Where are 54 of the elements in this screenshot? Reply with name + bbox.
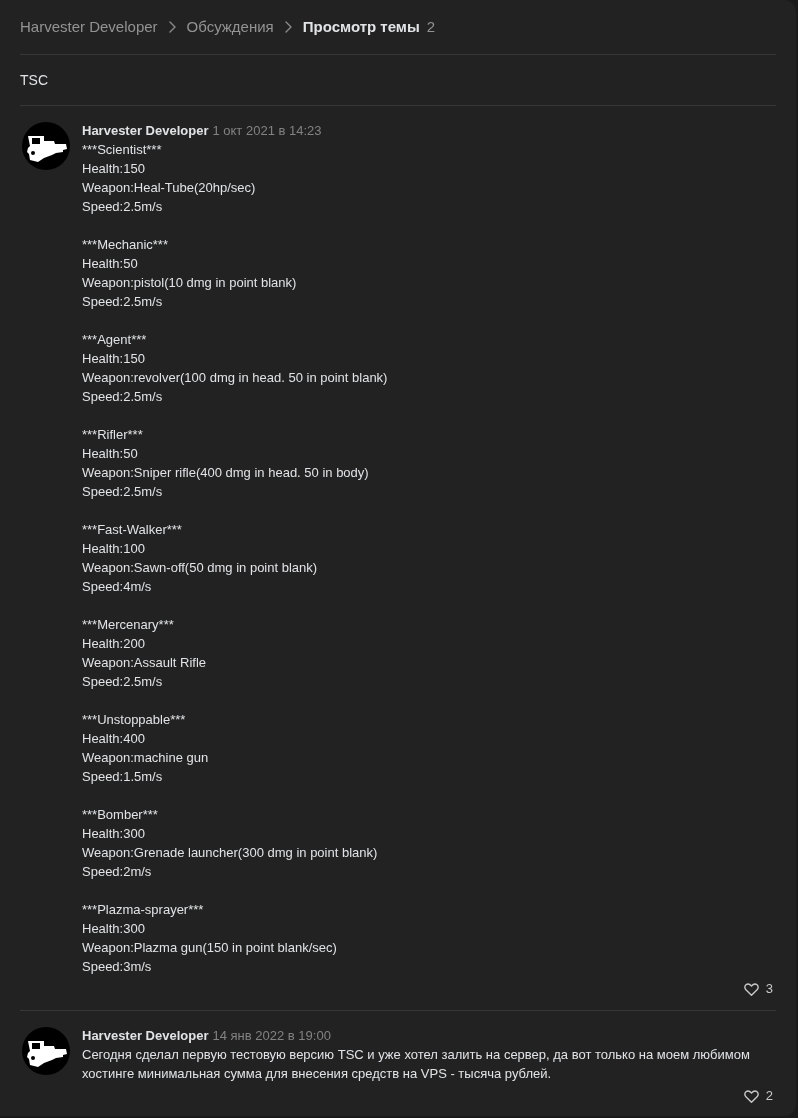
post-text-line: Speed:2.5m/s xyxy=(82,198,164,216)
post-text-line: Speed:2.5m/s xyxy=(82,388,164,406)
post-text-line: Health:50 xyxy=(82,255,139,273)
post-text-line: ***Fast-Walker*** xyxy=(82,521,183,539)
post-text-line: Health:150 xyxy=(82,350,146,368)
post-text-line: Health:300 xyxy=(82,920,146,938)
author-link[interactable]: Harvester Developer xyxy=(82,122,209,140)
post-text-line: Weapon:Sniper rifle(400 dmg in head. 50 in body) xyxy=(82,464,370,482)
chevron-right-icon xyxy=(284,21,292,33)
breadcrumb-link[interactable]: Harvester Developer xyxy=(20,15,158,39)
post-text-line: Speed:2.5m/s xyxy=(82,293,164,311)
post-date: 1 окт 2021 в 14:23 xyxy=(212,122,322,140)
post-text-line: Speed:2.5m/s xyxy=(82,673,164,691)
post-text-line: Сегодня сделал первую тестовую версию TSC и уже хотел залить на сервер, да вот только на моем любимом хостинге минимальная сумма для внесения средств на VPS - тысяча рублей. xyxy=(82,1046,751,1083)
post-text-line: Weapon:Grenade launcher(300 dmg in point blank) xyxy=(82,844,379,862)
post-text-line: ***Plazma-sprayer*** xyxy=(82,901,205,919)
post-count: 2 xyxy=(426,16,436,37)
post-text-line: Health:400 xyxy=(82,730,146,748)
post-text-line: Weapon:machine gun xyxy=(82,749,210,767)
harvester-avatar-icon xyxy=(22,122,70,170)
post-text-line: Health:200 xyxy=(82,635,146,653)
post-text-line: Weapon:Sawn-off(50 dmg in point blank) xyxy=(82,559,319,577)
post-text-line: Health:150 xyxy=(82,160,146,178)
post-text-line: Speed:1.5m/s xyxy=(82,768,164,786)
post-text-line: Weapon:revolver(100 dmg in head. 50 in point blank) xyxy=(82,369,389,387)
heart-icon xyxy=(743,982,759,996)
breadcrumb-link[interactable]: Обсуждения xyxy=(186,15,274,39)
author-link[interactable]: Harvester Developer xyxy=(82,1027,209,1045)
post-text-line: Weapon:Heal-Tube(20hp/sec) xyxy=(82,179,257,197)
post-text-line: ***Unstoppable*** xyxy=(82,711,187,729)
topic-title: TSC xyxy=(20,70,48,90)
chevron-right-icon xyxy=(168,21,176,33)
harvester-avatar-icon xyxy=(22,1027,70,1075)
post-text-line: Health:50 xyxy=(82,445,139,463)
heart-icon xyxy=(743,1089,759,1103)
post-text-line: Weapon:Plazma gun(150 in point blank/sec) xyxy=(82,939,338,957)
post-text-line: Speed:3m/s xyxy=(82,958,153,976)
post-text-line: ***Agent*** xyxy=(82,331,148,349)
post-date: 14 янв 2022 в 19:00 xyxy=(212,1027,331,1045)
post-text-line: ***Bomber*** xyxy=(82,806,159,824)
post-text-line: ***Rifler*** xyxy=(82,426,144,444)
post-text-line: Weapon:pistol(10 dmg in point blank) xyxy=(82,274,298,292)
post-text-line: Health:300 xyxy=(82,825,146,843)
like-button[interactable]: 3 xyxy=(743,979,773,999)
post-text-line: Speed:4m/s xyxy=(82,578,153,596)
post-text-line: Speed:2m/s xyxy=(82,863,153,881)
like-button[interactable]: 2 xyxy=(743,1086,773,1106)
post-text-line: ***Mechanic*** xyxy=(82,236,169,254)
post-text-line: ***Mercenary*** xyxy=(82,616,175,634)
post-text-line: Weapon:Assault Rifle xyxy=(82,654,208,672)
post-text-line: Speed:2.5m/s xyxy=(82,483,164,501)
post-text-line: Health:100 xyxy=(82,540,146,558)
post-text-line: ***Scientist*** xyxy=(82,141,163,159)
breadcrumb-current: Просмотр темы xyxy=(302,16,420,37)
